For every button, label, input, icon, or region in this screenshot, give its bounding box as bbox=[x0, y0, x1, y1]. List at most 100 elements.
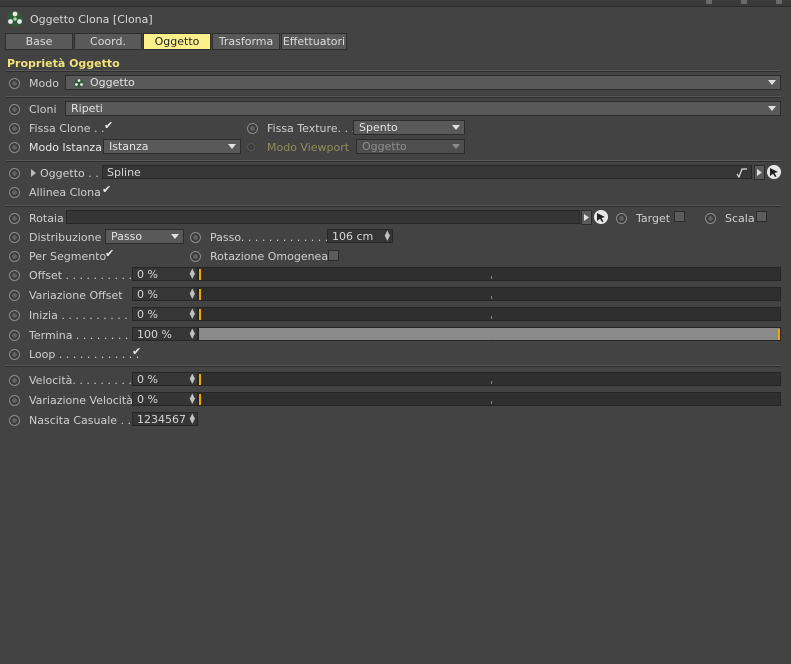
rotazione-omogenea-animate-radio[interactable] bbox=[190, 251, 201, 262]
per-segmento-checkbox[interactable]: ✔ bbox=[105, 248, 115, 259]
modo-viewport-value: Oggetto bbox=[362, 140, 407, 153]
tab-trasforma[interactable]: Trasforma bbox=[212, 33, 280, 50]
offset-label: Offset . . . . . . . . . . . bbox=[29, 269, 139, 282]
inizia-slider[interactable] bbox=[198, 307, 781, 321]
chevron-down-icon bbox=[768, 106, 776, 111]
inizia-animate-radio[interactable] bbox=[9, 310, 20, 321]
allinea-clona-animate-radio[interactable] bbox=[9, 187, 20, 198]
offset-input[interactable]: 0 % ▲ ▼ bbox=[132, 267, 198, 281]
slider-handle[interactable] bbox=[778, 329, 780, 340]
stepper-arrows-icon[interactable]: ▲ ▼ bbox=[190, 308, 195, 320]
distribuzione-dropdown[interactable]: Passo bbox=[105, 229, 184, 244]
fissa-clone-checkbox[interactable]: ✔ bbox=[104, 120, 114, 131]
stepper-arrows-icon[interactable]: ▲ ▼ bbox=[190, 393, 195, 405]
modo-animate-radio[interactable] bbox=[9, 78, 20, 89]
modo-istanza-animate-radio[interactable] bbox=[9, 142, 20, 153]
fissa-texture-dropdown[interactable]: Spento bbox=[353, 120, 465, 135]
allinea-clona-label: Allinea Clona bbox=[29, 186, 101, 199]
cloner-icon bbox=[7, 11, 23, 27]
picker-arrow-icon[interactable] bbox=[767, 165, 781, 179]
slider-tick bbox=[491, 316, 492, 319]
variazione-velocita-animate-radio[interactable] bbox=[9, 395, 20, 406]
passo-input[interactable]: 106 cm ▲ ▼ bbox=[327, 229, 393, 243]
slider-handle[interactable] bbox=[199, 309, 201, 320]
velocita-animate-radio[interactable] bbox=[9, 375, 20, 386]
object-title: Oggetto Clona [Clona] bbox=[30, 12, 153, 26]
variazione-velocita-slider[interactable] bbox=[198, 392, 781, 406]
modo-istanza-dropdown[interactable]: Istanza bbox=[103, 139, 241, 154]
stepper-arrows-icon[interactable]: ▲ ▼ bbox=[190, 373, 195, 385]
tab-base[interactable]: Base bbox=[5, 33, 73, 50]
rotaia-animate-radio[interactable] bbox=[9, 213, 20, 224]
object-header: Oggetto Clona [Clona] bbox=[6, 9, 153, 29]
slider-handle[interactable] bbox=[199, 289, 201, 300]
target-animate-radio[interactable] bbox=[616, 213, 627, 224]
tab-oggetto[interactable]: Oggetto bbox=[143, 33, 211, 50]
slider-tick bbox=[491, 401, 492, 404]
link-menu-button[interactable] bbox=[754, 165, 765, 180]
expand-triangle-icon[interactable] bbox=[31, 169, 37, 177]
loop-animate-radio[interactable] bbox=[9, 349, 20, 360]
termina-input[interactable]: 100 % ▲ ▼ bbox=[132, 327, 198, 341]
oggetto-link-field[interactable]: Spline bbox=[102, 165, 752, 179]
tab-coord[interactable]: Coord. bbox=[74, 33, 142, 50]
fissa-texture-animate-radio[interactable] bbox=[247, 123, 258, 134]
allinea-clona-checkbox[interactable]: ✔ bbox=[102, 184, 112, 195]
scala-label: Scala bbox=[725, 212, 755, 225]
stepper-arrows-icon[interactable]: ▲ ▼ bbox=[190, 288, 195, 300]
divider bbox=[6, 96, 781, 98]
slider-handle[interactable] bbox=[199, 394, 201, 405]
cloni-label: Cloni bbox=[29, 103, 57, 116]
rotazione-omogenea-checkbox[interactable] bbox=[328, 250, 339, 261]
link-menu-button[interactable] bbox=[581, 210, 592, 225]
fissa-clone-animate-radio[interactable] bbox=[9, 123, 20, 134]
oggetto-animate-radio[interactable] bbox=[9, 168, 20, 179]
target-checkbox[interactable] bbox=[674, 211, 685, 222]
chevron-right-icon bbox=[757, 169, 762, 176]
nascita-casuale-animate-radio[interactable] bbox=[9, 415, 20, 426]
fissa-texture-label: Fissa Texture. . . bbox=[267, 122, 356, 135]
variazione-offset-input[interactable]: 0 % ▲ ▼ bbox=[132, 287, 198, 301]
picker-arrow-icon[interactable] bbox=[594, 210, 608, 224]
tab-effettuatori[interactable]: Effettuatori bbox=[281, 33, 347, 50]
termina-animate-radio[interactable] bbox=[9, 330, 20, 341]
passo-animate-radio[interactable] bbox=[190, 232, 201, 243]
offset-slider[interactable] bbox=[198, 267, 781, 281]
offset-value: 0 % bbox=[137, 268, 158, 281]
variazione-offset-slider[interactable] bbox=[198, 287, 781, 301]
inizia-value: 0 % bbox=[137, 308, 158, 321]
chevron-down-icon bbox=[228, 144, 236, 149]
velocita-slider[interactable] bbox=[198, 372, 781, 386]
stepper-arrows-icon[interactable]: ▲ ▼ bbox=[190, 268, 195, 280]
inizia-label: Inizia . . . . . . . . . . . . bbox=[29, 309, 142, 322]
grip-icon bbox=[741, 0, 747, 4]
variazione-velocita-label: Variazione Velocità bbox=[29, 394, 133, 407]
velocita-input[interactable]: 0 % ▲ ▼ bbox=[132, 372, 198, 386]
distribuzione-animate-radio[interactable] bbox=[9, 232, 20, 243]
variazione-velocita-input[interactable]: 0 % ▲ ▼ bbox=[132, 392, 198, 406]
stepper-arrows-icon[interactable]: ▲ ▼ bbox=[190, 328, 195, 340]
nascita-casuale-label: Nascita Casuale . . . bbox=[29, 414, 139, 427]
nascita-casuale-input[interactable]: 1234567 ▲ ▼ bbox=[132, 412, 198, 426]
slider-handle[interactable] bbox=[199, 269, 201, 280]
stepper-arrows-icon[interactable]: ▲ ▼ bbox=[190, 413, 195, 425]
chevron-right-icon bbox=[584, 214, 589, 221]
slider-handle[interactable] bbox=[199, 374, 201, 385]
loop-checkbox[interactable]: ✔ bbox=[132, 346, 142, 357]
cloni-animate-radio[interactable] bbox=[9, 104, 20, 115]
scala-checkbox[interactable] bbox=[756, 211, 767, 222]
modo-dropdown[interactable]: Oggetto bbox=[65, 75, 781, 90]
scala-animate-radio[interactable] bbox=[705, 213, 716, 224]
rotaia-link-field[interactable] bbox=[66, 210, 580, 224]
variazione-offset-animate-radio[interactable] bbox=[9, 290, 20, 301]
termina-slider[interactable] bbox=[198, 327, 781, 341]
modo-viewport-label: Modo Viewport bbox=[267, 141, 350, 154]
per-segmento-animate-radio[interactable] bbox=[9, 251, 20, 262]
termina-label: Termina . . . . . . . . . . bbox=[29, 329, 143, 342]
nascita-casuale-value: 1234567 bbox=[137, 413, 186, 426]
offset-animate-radio[interactable] bbox=[9, 270, 20, 281]
divider bbox=[6, 205, 781, 207]
inizia-input[interactable]: 0 % ▲ ▼ bbox=[132, 307, 198, 321]
stepper-arrows-icon[interactable]: ▲ ▼ bbox=[385, 230, 390, 242]
cloni-dropdown[interactable]: Ripeti bbox=[65, 101, 781, 116]
